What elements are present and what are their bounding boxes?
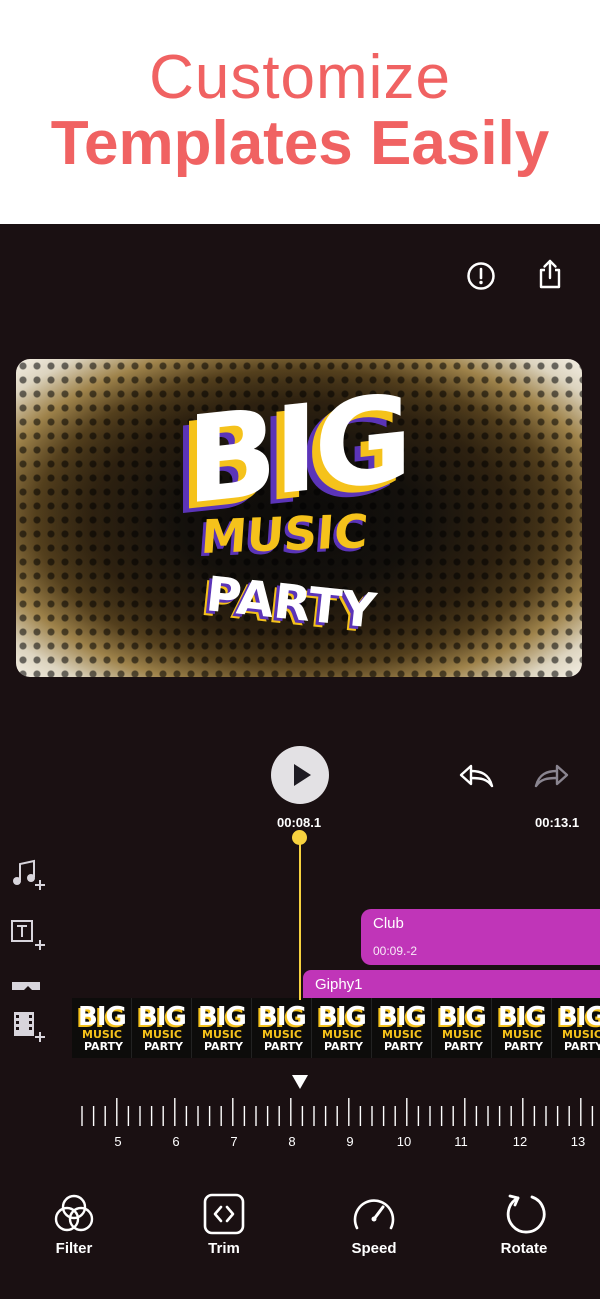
trim-label: Trim [208, 1240, 240, 1257]
filmstrip-thumb: BIG MUSIC PARTY [132, 998, 192, 1058]
filmstrip-thumb: BIG MUSIC PARTY [252, 998, 312, 1058]
promo-line-1: Customize [149, 43, 451, 112]
ruler-label: 6 [172, 1134, 180, 1149]
ruler-label: 9 [346, 1134, 354, 1149]
add-music-button[interactable] [10, 858, 48, 894]
trim-tool-button[interactable]: Trim [174, 1192, 274, 1262]
filmstrip-thumb: BIG MUSIC PARTY [372, 998, 432, 1058]
filmstrip-thumb: BIG MUSIC PARTY [72, 998, 132, 1058]
add-clip-button[interactable] [10, 1010, 48, 1046]
speed-label: Speed [351, 1240, 397, 1257]
ruler-label: 5 [114, 1134, 122, 1149]
rotate-tool-button[interactable]: Rotate [474, 1192, 574, 1262]
clip-label: Giphy1 [315, 976, 363, 993]
speedometer-icon [353, 1199, 395, 1230]
filter-label: Filter [55, 1240, 93, 1257]
filmstrip-thumb: BIG MUSIC PARTY [552, 998, 600, 1058]
speed-tool-button[interactable]: Speed [324, 1192, 424, 1262]
trim-icon [203, 1193, 245, 1235]
add-text-button[interactable] [10, 918, 48, 954]
ruler-label: 7 [230, 1134, 238, 1149]
ruler-label: 12 [512, 1134, 528, 1149]
filmstrip-thumb: BIG MUSIC PARTY [312, 998, 372, 1058]
video-filmstrip[interactable]: BIG MUSIC PARTY BIG MUSIC PARTY BIG MUSIC PART… [72, 998, 600, 1058]
video-editor: BIG MUSIC PARTY 00:08.1 00:13.1 Club 00:… [0, 224, 600, 1299]
ruler-position-marker[interactable] [292, 1075, 308, 1089]
clip-time: 00:09.-2 [373, 944, 418, 958]
end-time: 00:13.1 [535, 815, 580, 830]
filter-icon [54, 1194, 94, 1232]
video-preview[interactable]: BIG MUSIC PARTY [16, 359, 582, 677]
poster-title: BIG MUSIC PARTY [16, 359, 582, 677]
time-ruler[interactable] [0, 1096, 600, 1156]
poster-music-text: MUSIC [199, 503, 370, 565]
rotate-label: Rotate [500, 1240, 548, 1257]
ruler-label: 11 [454, 1134, 468, 1149]
rotate-icon [506, 1194, 546, 1234]
filmstrip-thumb: BIG MUSIC PARTY [192, 998, 252, 1058]
undo-icon[interactable] [456, 756, 496, 796]
promo-header: Customize Templates Easily [0, 0, 600, 224]
share-icon[interactable] [530, 254, 570, 294]
filter-tool-button[interactable]: Filter [24, 1192, 124, 1262]
play-button[interactable] [271, 746, 329, 804]
clip-label: Club [373, 915, 404, 932]
poster-party-text: PARTY [203, 566, 379, 640]
track-clip-club[interactable]: Club 00:09.-2 [361, 909, 600, 965]
ruler-label: 13 [570, 1134, 586, 1149]
ruler-label: 10 [396, 1134, 412, 1149]
filmstrip-thumb: BIG MUSIC PARTY [492, 998, 552, 1058]
track-clip-giphy[interactable]: Giphy1 [303, 970, 600, 1000]
filmstrip-thumb: BIG MUSIC PARTY [432, 998, 492, 1058]
alert-circle-icon[interactable] [461, 256, 501, 296]
ruler-label: 8 [288, 1134, 296, 1149]
add-sticker-button[interactable] [10, 976, 48, 996]
redo-icon[interactable] [532, 756, 572, 796]
playhead-line [299, 838, 301, 1000]
promo-line-2: Templates Easily [50, 109, 550, 178]
current-time: 00:08.1 [277, 815, 322, 830]
